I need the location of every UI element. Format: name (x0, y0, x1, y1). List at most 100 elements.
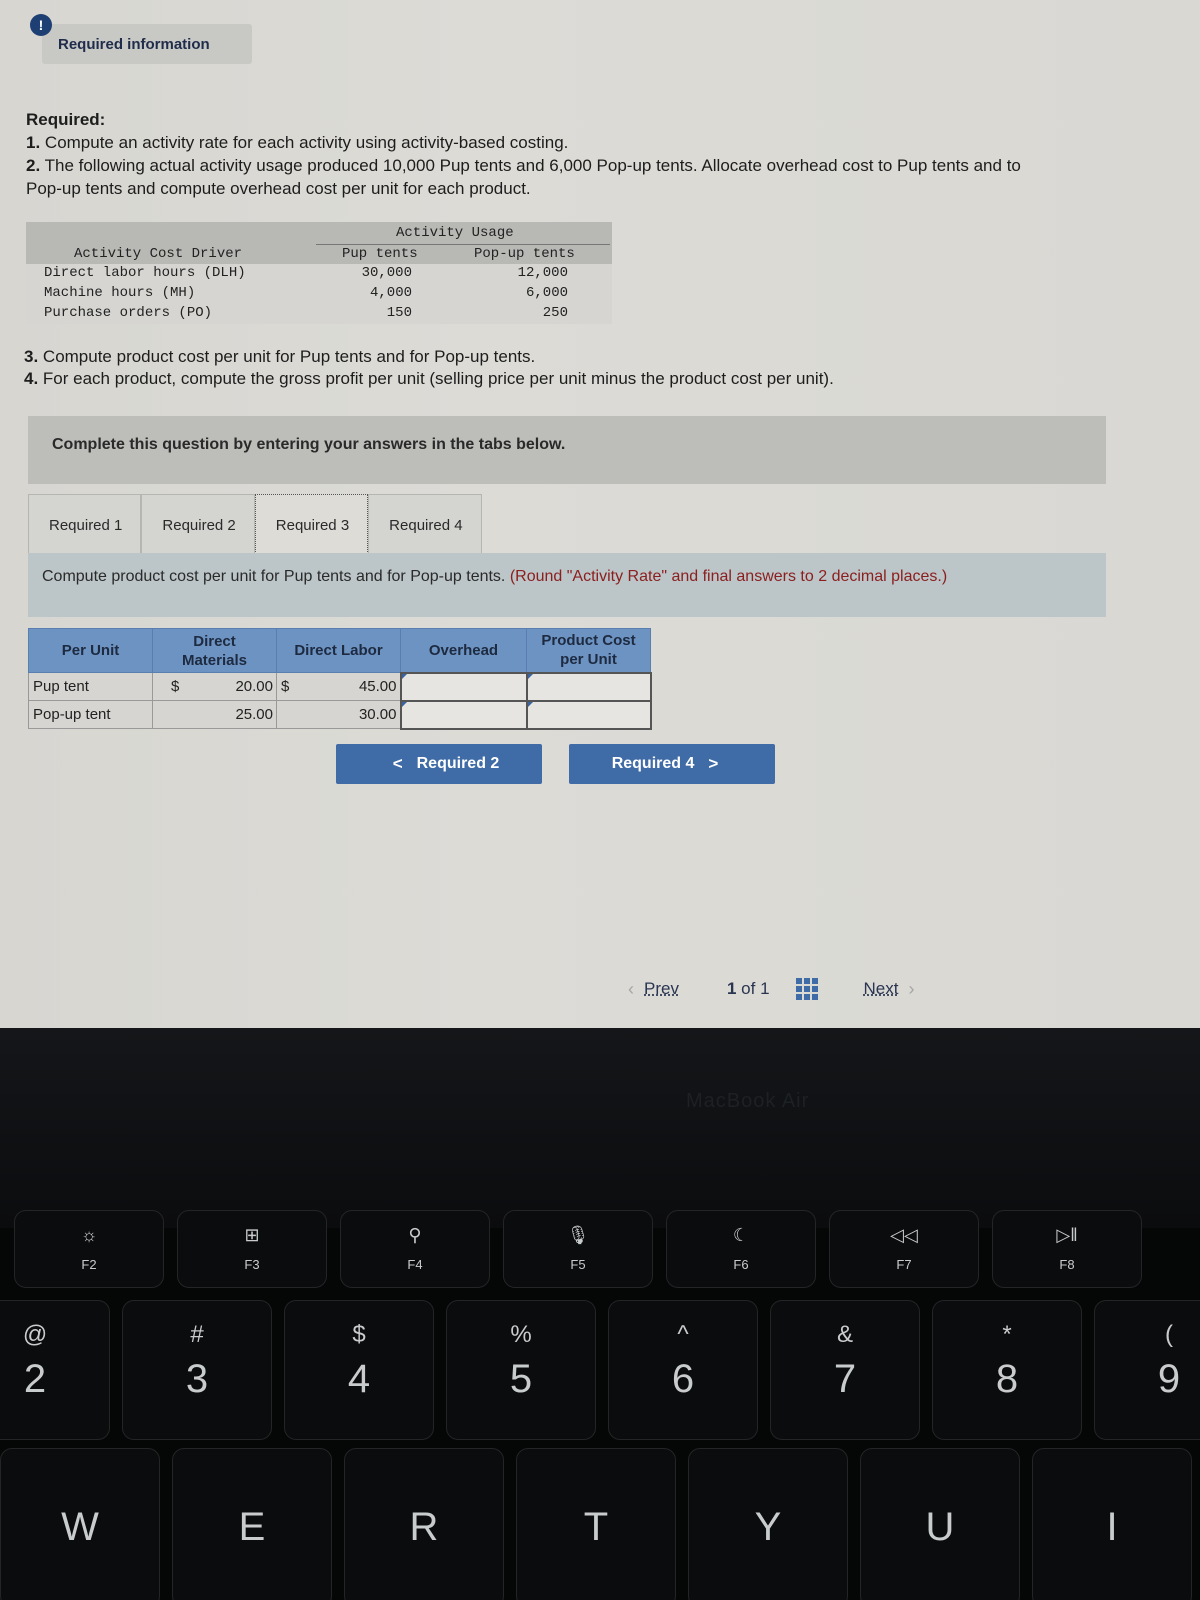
moon-icon: ☾ (732, 1225, 750, 1245)
key-3[interactable]: #3 (122, 1300, 272, 1440)
bezel-brand-label: MacBook Air (686, 1090, 810, 1112)
key-7[interactable]: & 7 (770, 1300, 920, 1440)
key-digit: 6 (671, 1357, 695, 1401)
key-f2[interactable]: ☼ F2 (14, 1210, 164, 1288)
next-question-link[interactable]: Next (864, 979, 899, 999)
prompt-text: Compute product cost per unit for Pup te… (42, 568, 510, 585)
page-indicator: 1 of 1 (726, 979, 770, 998)
column-header-product-cost: Product Cost per Unit (526, 628, 651, 673)
activity-usage-group-header: Activity Usage (396, 225, 514, 241)
required-tabs: Required 1 Required 2 Required 3 Require… (28, 494, 482, 554)
next-required-button[interactable]: Required 4 > (569, 744, 775, 784)
key-w[interactable]: W (0, 1448, 160, 1600)
key-e[interactable]: E (172, 1448, 332, 1600)
key-f5[interactable]: 🎙 F5 (503, 1210, 653, 1288)
mission-control-icon: ⊞ (244, 1225, 260, 1245)
key-digit: 4 (347, 1357, 371, 1401)
key-9[interactable]: (9 (1094, 1300, 1200, 1440)
key-f7[interactable]: ◁◁ F7 (829, 1210, 979, 1288)
search-icon: ⚲ (408, 1225, 422, 1245)
table-row-pup-tent: Pup tent $20.00 $45.00 (28, 671, 652, 702)
key-f4[interactable]: ⚲ F4 (340, 1210, 490, 1288)
key-digit: 7 (833, 1357, 857, 1401)
key-symbol: % (510, 1321, 532, 1348)
key-letter: T (583, 1505, 609, 1549)
required-instructions-continued: 3. Compute product cost per unit for Pup… (24, 346, 834, 390)
required-item: 1. Compute an activity rate for each act… (26, 133, 569, 152)
key-digit: 2 (23, 1357, 47, 1401)
key-digit: 9 (1157, 1357, 1181, 1401)
key-label: F2 (81, 1257, 97, 1272)
required-item: 3. Compute product cost per unit for Pup… (24, 347, 536, 366)
key-8[interactable]: * 8 (932, 1300, 1082, 1440)
key-symbol: * (1002, 1321, 1012, 1348)
key-label: F6 (733, 1257, 749, 1272)
key-digit: 3 (185, 1357, 209, 1401)
prev-required-button[interactable]: < Required 2 (336, 744, 542, 784)
product-cost-input[interactable] (525, 699, 652, 730)
key-digit: 5 (509, 1357, 533, 1401)
key-y[interactable]: Y (688, 1448, 848, 1600)
cell-pup: 150 (386, 305, 412, 321)
tab-required-1[interactable]: Required 1 (28, 494, 142, 554)
key-symbol: ( (1165, 1321, 1173, 1348)
overhead-input[interactable] (399, 671, 528, 702)
rewind-icon: ◁◁ (890, 1225, 918, 1245)
question-pager: ‹ Prev 1 of 1 Next › (628, 978, 915, 1000)
tab-required-4[interactable]: Required 4 (368, 494, 482, 554)
key-f6[interactable]: ☾ F6 (666, 1210, 816, 1288)
instructions-banner: Complete this question by entering your … (28, 416, 1106, 484)
key-letter: U (925, 1505, 955, 1549)
key-label: F5 (570, 1257, 586, 1272)
keyboard: ☼ F2 ⊞ F3 ⚲ F4 🎙 F5 ☾ F6 ◁◁ F7 ▷‖ F8 @2 #3 $4% 5 ^ 6 & 7 * 8(9 W… (0, 1210, 1200, 1600)
tab-required-2[interactable]: Required 2 (141, 494, 255, 554)
key-i[interactable]: I (1032, 1448, 1192, 1600)
cell-popup: 250 (542, 305, 568, 321)
grid-view-icon[interactable] (795, 978, 818, 1000)
key-2[interactable]: @2 (0, 1300, 110, 1440)
row-label: Pup tent (28, 672, 153, 701)
product-cost-input[interactable] (525, 671, 652, 702)
next-required-label: Required 4 (611, 755, 695, 772)
column-header: Pup tents (342, 246, 418, 262)
key-u[interactable]: U (860, 1448, 1020, 1600)
key-symbol: $ (352, 1321, 366, 1348)
key-label: F7 (896, 1257, 912, 1272)
info-exclamation-icon: ! (30, 14, 52, 36)
chevron-left-icon: ‹ (628, 978, 634, 999)
product-cost-table: Per Unit Direct Materials Direct Labor O… (28, 628, 652, 730)
key-letter: W (61, 1505, 99, 1549)
table-header-row: Per Unit Direct Materials Direct Labor O… (28, 628, 651, 673)
cell-driver: Machine hours (MH) (44, 285, 196, 301)
screen: ! Required information Required: 1. Comp… (0, 0, 1200, 1028)
overhead-input[interactable] (399, 699, 528, 730)
activity-usage-header: Activity Usage Activity Cost Driver Pup … (26, 222, 612, 264)
cell-pup: 4,000 (369, 285, 412, 301)
cell-driver: Direct labor hours (DLH) (44, 265, 246, 281)
table-row: Purchase orders (PO) 150 250 (26, 304, 612, 324)
column-header: Activity Cost Driver (74, 246, 243, 262)
column-header: Pop-up tents (474, 246, 575, 262)
prev-question-link[interactable]: Prev (644, 979, 679, 999)
chevron-right-icon: › (908, 978, 915, 999)
key-r[interactable]: R (344, 1448, 504, 1600)
required-item: Pop-up tents and compute overhead cost p… (26, 179, 531, 198)
laptop-bezel (0, 1028, 1200, 1228)
key-f3[interactable]: ⊞ F3 (177, 1210, 327, 1288)
table-row: Direct labor hours (DLH) 30,000 12,000 (26, 264, 612, 284)
table-row-pop-up-tent: Pop-up tent 25.00 30.00 (28, 699, 652, 730)
key-letter: I (1106, 1505, 1118, 1549)
required-item: 2. The following actual activity usage p… (26, 156, 1021, 175)
key-t[interactable]: T (516, 1448, 676, 1600)
key-6[interactable]: ^ 6 (608, 1300, 758, 1440)
key-label: F8 (1059, 1257, 1075, 1272)
key-4[interactable]: $4 (284, 1300, 434, 1440)
key-5[interactable]: % 5 (446, 1300, 596, 1440)
tab-required-3[interactable]: Required 3 (254, 494, 369, 554)
header-divider (316, 244, 610, 245)
cell-pup: 30,000 (361, 265, 412, 281)
column-header-overhead: Overhead (400, 628, 527, 673)
cell-popup: 6,000 (525, 285, 568, 301)
key-symbol: # (190, 1321, 204, 1348)
key-f8[interactable]: ▷‖ F8 (992, 1210, 1142, 1288)
